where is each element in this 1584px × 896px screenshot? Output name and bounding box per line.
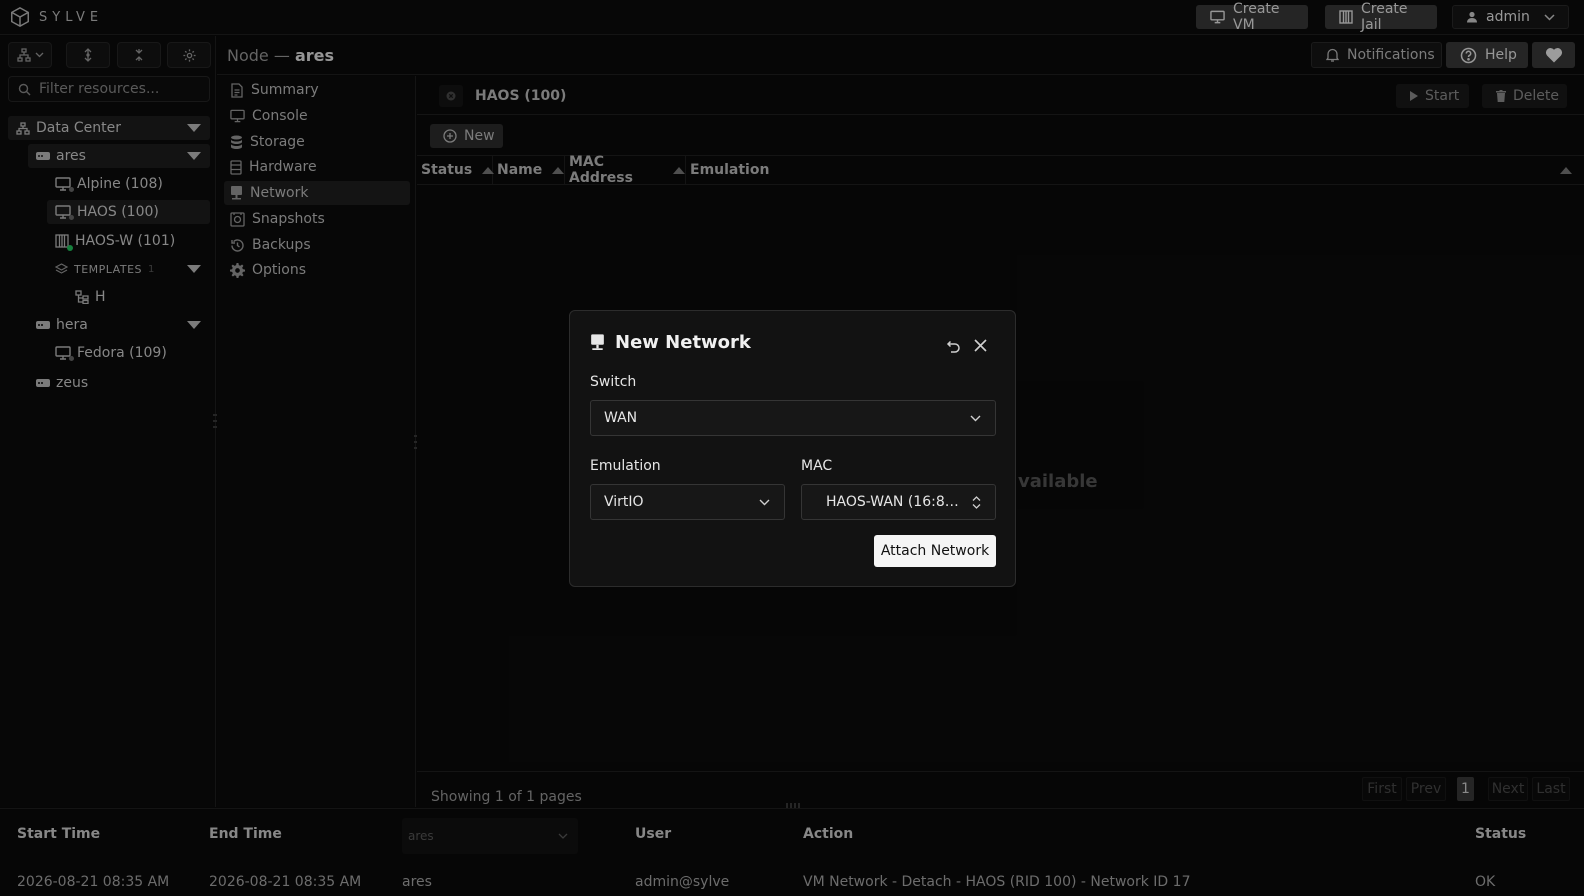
switch-select[interactable]: WAN: [590, 400, 996, 436]
emulation-label: Emulation: [590, 458, 661, 474]
emulation-select[interactable]: VirtIO: [590, 484, 785, 520]
network-icon: [590, 334, 605, 351]
attach-network-button[interactable]: Attach Network: [874, 535, 996, 567]
mac-label: MAC: [801, 458, 833, 474]
mac-combobox[interactable]: HAOS-WAN (16:8…: [801, 484, 996, 520]
chevron-down-icon: [759, 499, 770, 506]
new-network-dialog: New Network Switch WAN Emulation VirtIO …: [569, 310, 1016, 587]
chevrons-up-down-icon: [972, 495, 981, 509]
dialog-title: New Network: [590, 332, 751, 353]
reset-icon[interactable]: [945, 338, 961, 354]
switch-label: Switch: [590, 374, 637, 390]
chevron-down-icon: [970, 415, 981, 422]
close-icon[interactable]: [974, 339, 987, 352]
